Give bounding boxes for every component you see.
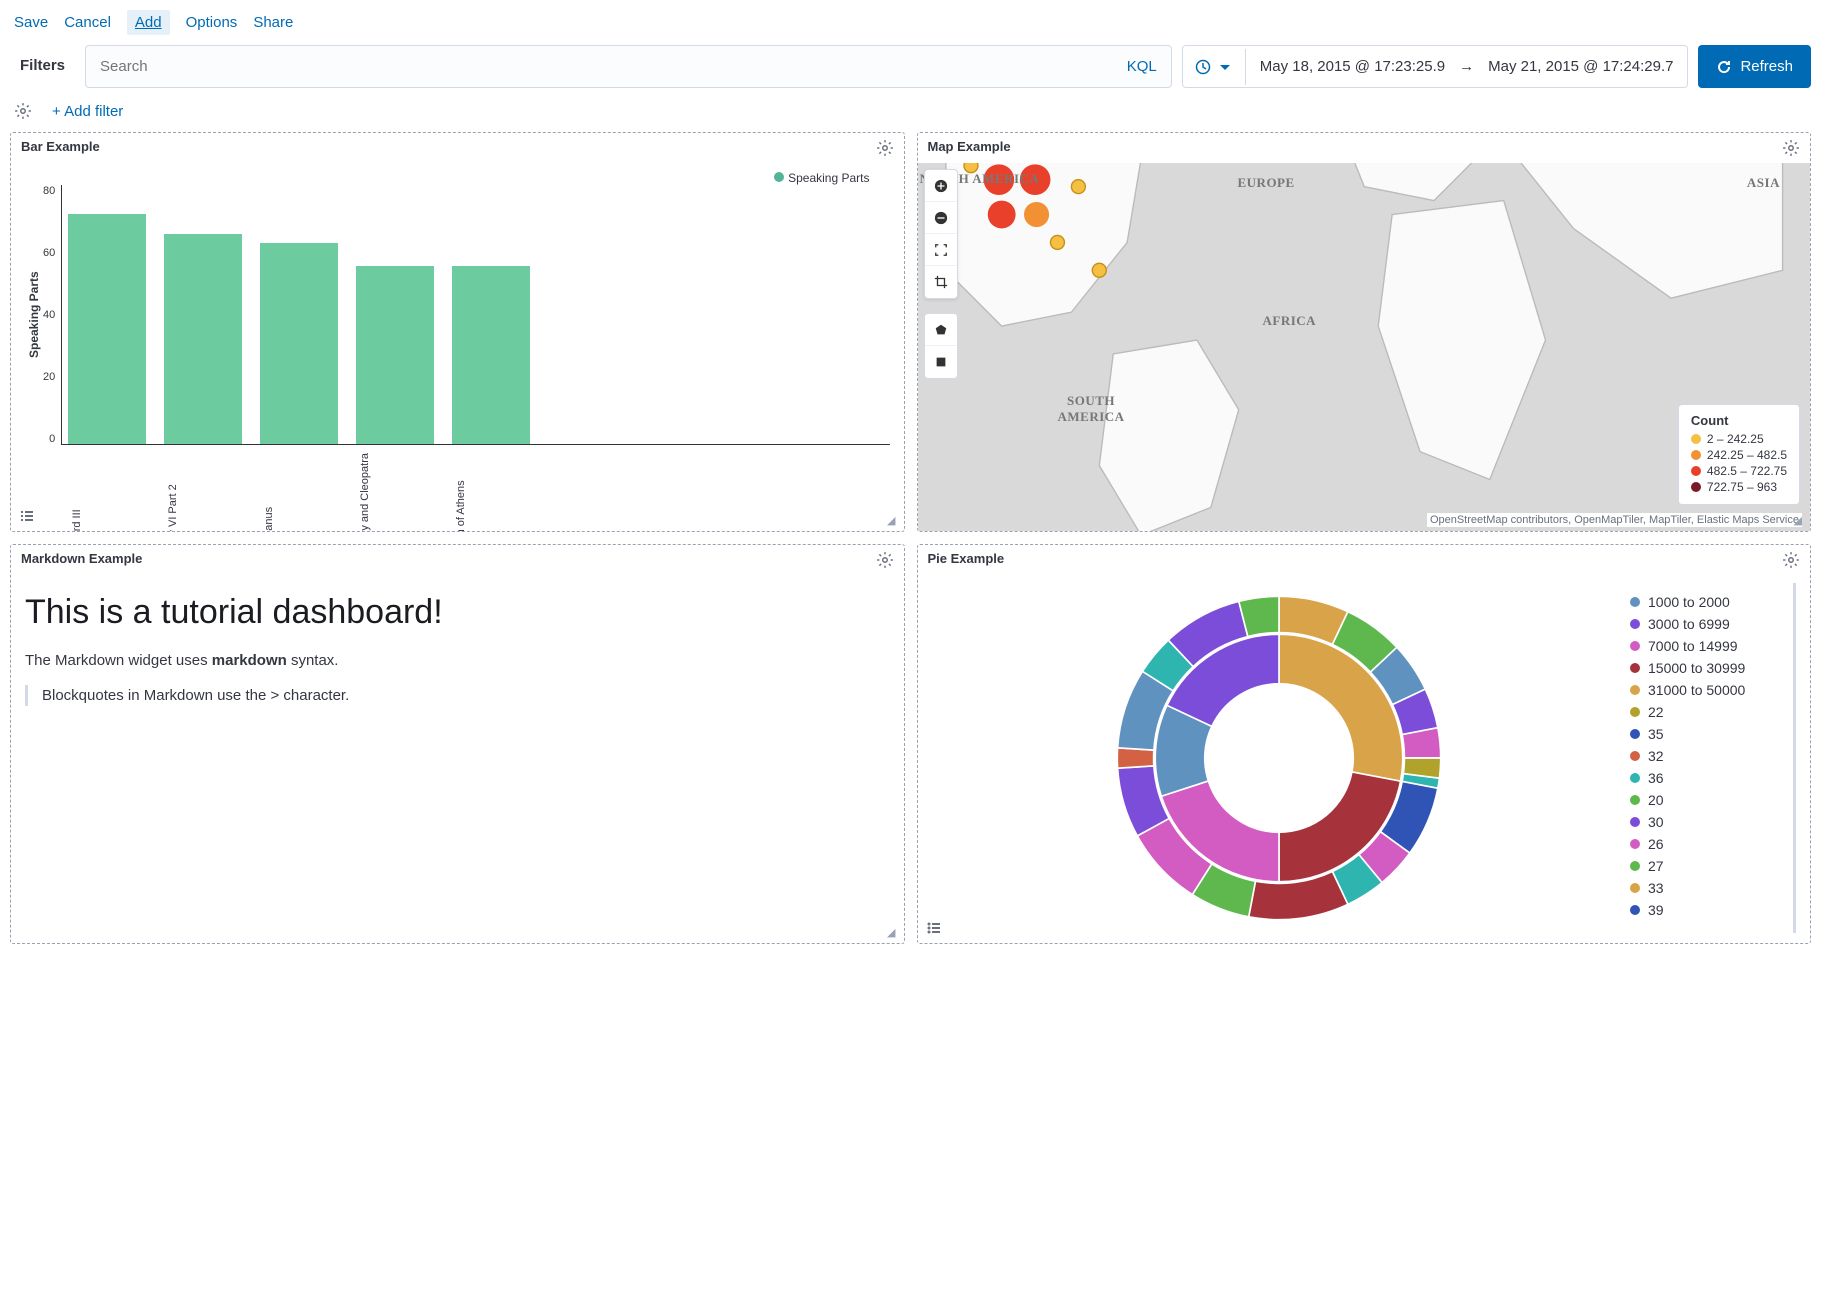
bar[interactable] [260,243,338,444]
filters-label: Filters [10,45,75,88]
gear-icon[interactable] [1782,139,1800,157]
panel-bar: Bar Example Speaking Parts Speaking Part… [10,132,905,532]
pie-legend-item[interactable]: 30 [1630,811,1789,833]
filter-bar: Filters KQL May 18, 2015 @ 17:23:25.9 → … [0,45,1821,96]
dashboard-grid: Bar Example Speaking Parts Speaking Part… [0,132,1821,954]
pie-legend-item[interactable]: 1000 to 2000 [1630,591,1789,613]
polygon-icon[interactable] [925,314,957,346]
pie-legend-item[interactable]: 27 [1630,855,1789,877]
map-viewport[interactable]: NORTH AMERICA EUROPE ASIA AFRICA SOUTHAM… [918,163,1811,531]
pie-legend-item[interactable]: 15000 to 30999 [1630,657,1789,679]
refresh-button[interactable]: Refresh [1698,45,1811,88]
pie-chart [932,583,1627,933]
filter-row-secondary: + Add filter [0,96,1821,132]
pie-legend-item[interactable]: 22 [1630,701,1789,723]
resize-handle-icon[interactable]: ◢ [887,926,895,939]
pie-legend-item[interactable]: 3000 to 6999 [1630,613,1789,635]
bar-category: Antony and Cleopatra [359,453,437,531]
crop-icon[interactable] [925,266,957,298]
pie-legend-item[interactable]: 32 [1630,745,1789,767]
bar-category: Henry VI Part 2 [167,453,245,531]
top-menu: Save Cancel Add Options Share [0,0,1821,45]
panel-title: Map Example [928,139,1011,157]
bar-category: Timon of Athens [455,453,533,531]
panel-title: Markdown Example [21,551,142,569]
kql-toggle[interactable]: KQL [1113,58,1171,75]
map-legend: Count 2 – 242.25242.25 – 482.5482.5 – 72… [1678,404,1800,505]
pie-legend[interactable]: 1000 to 20003000 to 69997000 to 14999150… [1626,583,1796,933]
square-icon[interactable] [925,346,957,378]
legend-toggle-icon[interactable] [926,920,942,939]
map-legend-item: 2 – 242.25 [1691,432,1787,446]
resize-handle-icon[interactable]: ◢ [1794,514,1802,527]
time-picker[interactable]: May 18, 2015 @ 17:23:25.9 → May 21, 2015… [1182,45,1689,88]
markdown-content: This is a tutorial dashboard! The Markdo… [11,575,904,943]
cancel-link[interactable]: Cancel [64,14,111,31]
pie-legend-item[interactable]: 20 [1630,789,1789,811]
panel-pie: Pie Example 1000 to 20003000 to 69997000… [917,544,1812,944]
bar[interactable] [452,266,530,444]
pie-legend-item[interactable]: 7000 to 14999 [1630,635,1789,657]
panel-title: Pie Example [928,551,1005,569]
map-label: EUROPE [1238,175,1295,191]
pie-legend-item[interactable]: 33 [1630,877,1789,899]
fit-icon[interactable] [925,234,957,266]
map-label: AFRICA [1263,313,1317,329]
map-shape-controls [924,313,958,379]
markdown-paragraph: The Markdown widget uses markdown syntax… [25,652,890,669]
refresh-icon [1716,59,1732,75]
markdown-blockquote: Blockquotes in Markdown use the > charac… [25,685,890,706]
save-link[interactable]: Save [14,14,48,31]
gear-icon[interactable] [876,551,894,569]
pie-legend-item[interactable]: 31000 to 50000 [1630,679,1789,701]
pie-legend-item[interactable]: 35 [1630,723,1789,745]
panel-map: Map Example NORTH AMERICA EUROP [917,132,1812,532]
gear-icon[interactable] [1782,551,1800,569]
bar[interactable] [68,214,146,444]
chevron-down-icon [1217,59,1233,75]
search-input[interactable] [86,46,1113,87]
panel-markdown: Markdown Example This is a tutorial dash… [10,544,905,944]
bar-category: Richard III [71,453,149,531]
add-filter-link[interactable]: + Add filter [52,103,123,120]
bar-ylabel: Speaking Parts [25,185,43,445]
map-legend-item: 722.75 – 963 [1691,480,1787,494]
gear-icon[interactable] [876,139,894,157]
panel-title: Bar Example [21,139,100,157]
filter-settings-icon[interactable] [14,102,32,120]
map-controls [924,169,958,299]
clock-icon[interactable] [1183,49,1246,85]
add-link[interactable]: Add [127,10,170,35]
search-wrap: KQL [85,45,1172,88]
bar-chart: Speaking Parts Speaking Parts 806040200 … [11,163,904,531]
options-link[interactable]: Options [186,14,238,31]
time-from[interactable]: May 18, 2015 @ 17:23:25.9 [1260,58,1445,75]
arrow-right-icon: → [1459,58,1474,75]
bar[interactable] [356,266,434,444]
legend-toggle-icon[interactable] [19,508,35,527]
resize-handle-icon[interactable]: ◢ [887,514,895,527]
bar-category: Coriolanus [263,453,341,531]
pie-legend-item[interactable]: 39 [1630,899,1789,921]
map-legend-item: 482.5 – 722.75 [1691,464,1787,478]
pie-slice[interactable] [1117,748,1154,768]
pie-legend-item[interactable]: 36 [1630,767,1789,789]
zoom-in-icon[interactable] [925,170,957,202]
map-legend-item: 242.25 – 482.5 [1691,448,1787,462]
pie-legend-item[interactable]: 26 [1630,833,1789,855]
map-label: SOUTHAMERICA [1058,393,1125,425]
map-attribution: OpenStreetMap contributors, OpenMapTiler… [1427,513,1802,527]
share-link[interactable]: Share [253,14,293,31]
map-label: ASIA [1747,175,1780,191]
zoom-out-icon[interactable] [925,202,957,234]
time-to[interactable]: May 21, 2015 @ 17:24:29.7 [1488,58,1673,75]
bar[interactable] [164,234,242,444]
markdown-heading: This is a tutorial dashboard! [25,593,890,632]
